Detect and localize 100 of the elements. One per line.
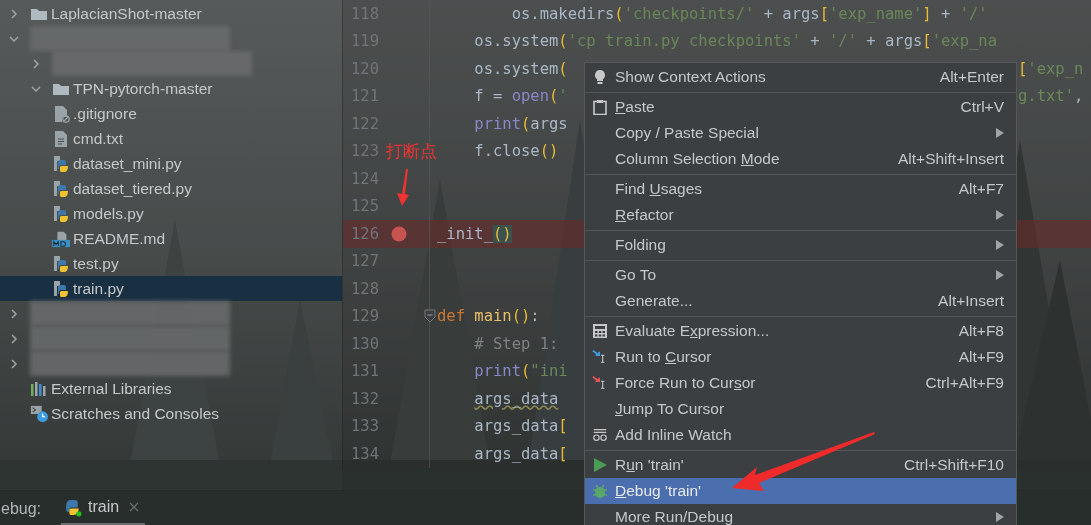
- tree-item[interactable]: .gitignore: [0, 101, 342, 126]
- menu-item[interactable]: Refactor: [585, 202, 1016, 228]
- line-number: 134: [350, 444, 379, 463]
- code-text: os.makedirs('checkpoints/' + args['exp_name'] + '/': [510, 4, 988, 23]
- line-number: 126: [350, 224, 379, 243]
- menu-item[interactable]: Column Selection Mode Alt+Shift+Insert: [585, 146, 1016, 172]
- tree-item-label: TPN-pytorch-master: [73, 79, 213, 98]
- shortcut-text: Alt+Enter: [939, 68, 1004, 86]
- tree-item[interactable]: Scratches and Consoles: [0, 401, 342, 426]
- breakpoint-icon[interactable]: [391, 225, 407, 242]
- tree-item[interactable]: dataset_mini.py: [0, 151, 342, 176]
- tree-item-label: README.md: [73, 229, 166, 248]
- submenu-arrow-icon: [996, 210, 1004, 220]
- menu-item[interactable]: Run to Cursor Alt+F9: [585, 344, 1016, 370]
- glasses-icon: [592, 427, 608, 443]
- python-icon: [63, 497, 83, 517]
- tree-item-label: External Libraries: [51, 379, 172, 398]
- bug-icon: [592, 483, 608, 499]
- debug-tab[interactable]: train: [61, 491, 146, 525]
- menu-item[interactable]: Generate... Alt+Insert: [585, 288, 1016, 314]
- line-number: 133: [350, 417, 379, 436]
- line-number: 128: [350, 279, 379, 298]
- tree-item-label: Scratches and Consoles: [51, 404, 219, 423]
- tree-item[interactable]: test.py: [0, 251, 342, 276]
- tree-item[interactable]: LaplacianShot-master: [0, 1, 342, 26]
- tree-item-label: dataset_tiered.py: [73, 179, 192, 198]
- submenu-arrow-icon: [996, 512, 1004, 522]
- code-text: def main():: [437, 307, 540, 326]
- menu-item[interactable]: Show Context Actions Alt+Enter: [585, 64, 1016, 90]
- submenu-arrow-icon: [996, 128, 1004, 138]
- line-number: 131: [350, 362, 379, 381]
- menu-item[interactable]: Debug 'train': [585, 478, 1016, 504]
- menu-item[interactable]: Evaluate Expression... Alt+F8: [585, 318, 1016, 344]
- code-text: print("ini: [473, 362, 568, 381]
- code-text: f.close(): [473, 142, 559, 161]
- tree-item[interactable]: README.md: [0, 226, 342, 251]
- code-text: args_data: [473, 389, 559, 408]
- code-text: f = open(': [473, 87, 569, 106]
- tree-item[interactable]: dataset_tiered.py: [0, 176, 342, 201]
- fold-marker-icon[interactable]: [424, 309, 436, 324]
- chevron-right-icon[interactable]: [8, 357, 20, 370]
- tree-item[interactable]: models.py: [0, 201, 342, 226]
- tree-item[interactable]: TPN-pytorch-master: [0, 76, 342, 101]
- shortcut-text: Alt+F7: [958, 180, 1004, 198]
- tree-item-label: dataset_mini.py: [73, 154, 182, 173]
- python-file-icon: [52, 179, 70, 198]
- scratches-icon: [30, 404, 48, 423]
- tree-item-label: test.py: [73, 254, 119, 273]
- close-icon[interactable]: [129, 502, 140, 512]
- line-number: 132: [350, 389, 379, 408]
- code-text: args_data[: [473, 417, 568, 436]
- menu-item[interactable]: Folding: [585, 232, 1016, 258]
- debug-label: ebug:: [1, 499, 42, 518]
- tree-item[interactable]: External Libraries: [0, 376, 342, 401]
- menu-item[interactable]: Jump To Cursor: [585, 396, 1016, 422]
- code-text: args_data[: [473, 444, 568, 463]
- tree-item[interactable]: train.py: [0, 276, 342, 301]
- python-file-icon: [52, 254, 70, 273]
- shortcut-text: Alt+Shift+Insert: [898, 150, 1004, 168]
- menu-item[interactable]: More Run/Debug: [585, 504, 1016, 525]
- tab-label: train: [88, 498, 120, 516]
- code-text: ['exp_n: [1018, 59, 1084, 78]
- tree-item-label: cmd.txt: [73, 129, 123, 148]
- shortcut-text: Ctrl+Shift+F10: [904, 456, 1004, 474]
- python-file-icon: [52, 204, 70, 223]
- chevron-right-icon[interactable]: [8, 7, 20, 20]
- chevron-right-icon[interactable]: [8, 332, 20, 345]
- code-text: print(args: [473, 114, 568, 133]
- clipboard-icon: [592, 99, 608, 115]
- submenu-arrow-icon: [996, 270, 1004, 280]
- code-text: os.system('cp train.py checkpoints' + '/' + args['exp_na: [473, 32, 997, 51]
- menu-item[interactable]: Copy / Paste Special: [585, 120, 1016, 146]
- python-file-icon: [52, 154, 70, 173]
- menu-item[interactable]: Go To: [585, 262, 1016, 288]
- markdown-file-icon: [52, 229, 70, 248]
- ignored-file-icon: [52, 104, 70, 123]
- chevron-right-icon[interactable]: [8, 307, 20, 320]
- code-text: _init_(): [437, 224, 512, 243]
- menu-item[interactable]: Find Usages Alt+F7: [585, 176, 1016, 202]
- run-icon: [592, 457, 608, 473]
- tree-item[interactable]: cmd.txt: [0, 126, 342, 151]
- line-number: 129: [350, 307, 379, 326]
- libraries-icon: [30, 379, 48, 398]
- tree-item-label: .gitignore: [73, 104, 137, 123]
- menu-item[interactable]: Force Run to Cursor Ctrl+Alt+F9: [585, 370, 1016, 396]
- menu-item[interactable]: Add Inline Watch: [585, 422, 1016, 448]
- code-text: os.system(: [473, 59, 569, 78]
- menu-item[interactable]: Paste Ctrl+V: [585, 94, 1016, 120]
- python-file-icon: [52, 279, 70, 298]
- shortcut-text: Alt+F9: [958, 348, 1004, 366]
- chevron-right-icon[interactable]: [30, 57, 42, 70]
- menu-item[interactable]: Run 'train' Ctrl+Shift+F10: [585, 452, 1016, 478]
- line-number: 130: [350, 334, 379, 353]
- shortcut-text: Alt+F8: [958, 322, 1004, 340]
- submenu-arrow-icon: [996, 240, 1004, 250]
- tree-item-label: models.py: [73, 204, 144, 223]
- calculator-icon: [592, 323, 608, 339]
- code-text: # Step 1:: [473, 334, 559, 353]
- shortcut-text: Ctrl+V: [960, 98, 1004, 116]
- lightbulb-icon: [592, 69, 608, 85]
